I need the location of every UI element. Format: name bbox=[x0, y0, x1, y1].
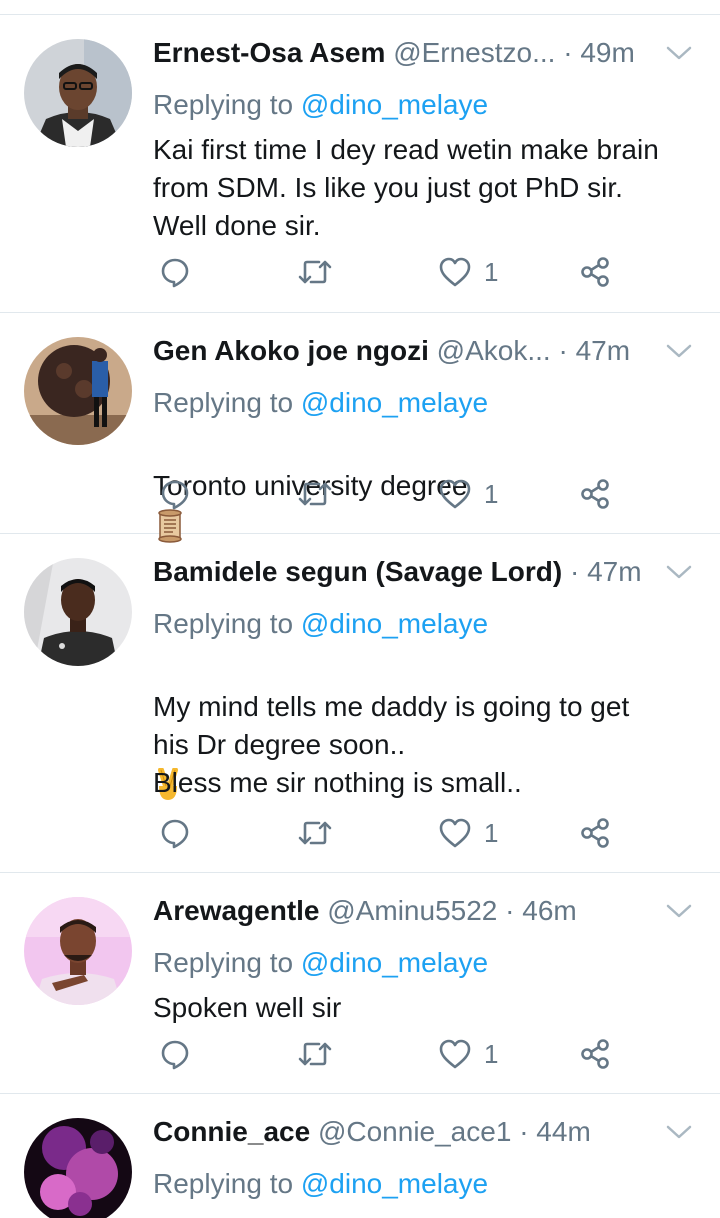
separator-dot: · bbox=[519, 1116, 529, 1147]
retweet-button[interactable] bbox=[297, 1034, 333, 1074]
timestamp[interactable]: 47m bbox=[587, 556, 641, 587]
timestamp[interactable]: 46m bbox=[522, 895, 576, 926]
display-name[interactable]: Arewagentle bbox=[153, 895, 320, 926]
avatar[interactable] bbox=[24, 39, 132, 147]
reply-icon bbox=[161, 819, 189, 849]
chevron-down-icon[interactable] bbox=[664, 560, 694, 584]
tweet[interactable]: Gen Akoko joe ngozi @Akok... · 47m Reply… bbox=[0, 313, 720, 543]
like-icon bbox=[439, 257, 471, 287]
reply-icon bbox=[161, 480, 189, 510]
replying-to: Replying to @dino_melaye bbox=[153, 606, 488, 642]
timestamp[interactable]: 47m bbox=[576, 335, 630, 366]
replying-prefix: Replying to bbox=[153, 608, 301, 639]
tweet-header: Arewagentle @Aminu5522 · 46m bbox=[153, 893, 694, 933]
replying-to: Replying to @dino_melaye bbox=[153, 87, 488, 123]
share-icon bbox=[581, 1039, 609, 1069]
retweet-icon bbox=[298, 482, 332, 506]
user-handle[interactable]: @Akok... bbox=[437, 333, 551, 369]
display-name[interactable]: Gen Akoko joe ngozi bbox=[153, 335, 429, 366]
retweet-icon bbox=[298, 821, 332, 845]
share-icon bbox=[581, 479, 609, 509]
tweet[interactable]: Bamidele segun (Savage Lord) · 47m Reply… bbox=[0, 534, 720, 873]
mention-link[interactable]: @dino_melaye bbox=[301, 608, 488, 639]
action-bar: 1 bbox=[153, 813, 623, 853]
retweet-button[interactable] bbox=[297, 252, 333, 292]
like-button[interactable]: 1 bbox=[438, 813, 498, 853]
reply-icon bbox=[161, 258, 189, 288]
like-icon bbox=[439, 479, 471, 509]
like-count: 1 bbox=[484, 1038, 499, 1069]
replying-to: Replying to @dino_melaye bbox=[153, 385, 488, 421]
tweet[interactable]: Connie_ace @Connie_ace1 · 44m Replying t… bbox=[0, 1094, 720, 1218]
mention-link[interactable]: @dino_melaye bbox=[301, 89, 488, 120]
mention-link[interactable]: @dino_melaye bbox=[301, 1168, 488, 1199]
reply-icon bbox=[161, 1040, 189, 1070]
display-name[interactable]: Ernest-Osa Asem bbox=[153, 37, 385, 68]
action-bar: 1 bbox=[153, 1034, 623, 1074]
separator-dot: · bbox=[563, 37, 573, 68]
tweet-text: Spoken well sir bbox=[153, 992, 342, 1023]
replying-prefix: Replying to bbox=[153, 1168, 301, 1199]
reply-button[interactable] bbox=[159, 252, 191, 292]
tweet-text-content: My mind tells me daddy is going to get h… bbox=[153, 691, 630, 760]
separator-dot: · bbox=[505, 895, 515, 926]
chevron-down-icon[interactable] bbox=[664, 1120, 694, 1144]
tweet-text-second: Bless me sir nothing is small.. bbox=[153, 767, 522, 798]
chevron-down-icon[interactable] bbox=[664, 899, 694, 923]
like-count: 1 bbox=[484, 817, 499, 848]
avatar[interactable] bbox=[24, 337, 132, 445]
user-handle[interactable]: @Aminu5522 bbox=[327, 895, 497, 926]
like-icon bbox=[439, 1039, 471, 1069]
replying-prefix: Replying to bbox=[153, 387, 301, 418]
tweet-header: Ernest-Osa Asem @Ernestzo... · 49m bbox=[153, 35, 694, 75]
reply-button[interactable] bbox=[159, 1034, 191, 1074]
tweet[interactable]: Ernest-Osa Asem @Ernestzo... · 49m Reply… bbox=[0, 15, 720, 313]
retweet-icon bbox=[298, 260, 332, 284]
chevron-down-icon[interactable] bbox=[664, 41, 694, 65]
mention-link[interactable]: @dino_melaye bbox=[301, 387, 488, 418]
tweet[interactable]: Arewagentle @Aminu5522 · 46m Replying to… bbox=[0, 873, 720, 1094]
share-button[interactable] bbox=[579, 474, 611, 514]
separator-dot: · bbox=[558, 335, 568, 366]
timestamp[interactable]: 44m bbox=[536, 1116, 590, 1147]
replying-to: Replying to @dino_melaye bbox=[153, 1166, 488, 1202]
tweet-text: Kai first time I dey read wetin make bra… bbox=[153, 134, 659, 241]
replying-prefix: Replying to bbox=[153, 947, 301, 978]
retweet-button[interactable] bbox=[297, 474, 333, 514]
avatar[interactable] bbox=[24, 558, 132, 666]
share-button[interactable] bbox=[579, 813, 611, 853]
replying-to: Replying to @dino_melaye bbox=[153, 945, 488, 981]
avatar[interactable] bbox=[24, 897, 132, 1005]
tweet-header: Gen Akoko joe ngozi @Akok... · 47m bbox=[153, 333, 694, 373]
reply-button[interactable] bbox=[159, 813, 191, 853]
like-count: 1 bbox=[484, 256, 499, 287]
like-button[interactable]: 1 bbox=[438, 252, 498, 292]
share-icon bbox=[581, 818, 609, 848]
share-button[interactable] bbox=[579, 252, 611, 292]
retweet-icon bbox=[298, 1042, 332, 1066]
timestamp[interactable]: 49m bbox=[580, 37, 634, 68]
tweet-header: Bamidele segun (Savage Lord) · 47m bbox=[153, 554, 694, 594]
share-button[interactable] bbox=[579, 1034, 611, 1074]
retweet-button[interactable] bbox=[297, 813, 333, 853]
mention-link[interactable]: @dino_melaye bbox=[301, 947, 488, 978]
user-handle[interactable]: @Connie_ace1 bbox=[318, 1116, 511, 1147]
action-bar: 1 bbox=[153, 252, 623, 292]
like-count: 1 bbox=[484, 478, 499, 509]
user-handle[interactable]: @Ernestzo... bbox=[393, 35, 555, 71]
like-icon bbox=[439, 818, 471, 848]
avatar[interactable] bbox=[24, 1118, 132, 1218]
like-button[interactable]: 1 bbox=[438, 474, 498, 514]
share-icon bbox=[581, 257, 609, 287]
like-button[interactable]: 1 bbox=[438, 1034, 498, 1074]
tweet-header: Connie_ace @Connie_ace1 · 44m bbox=[153, 1114, 694, 1154]
reply-button[interactable] bbox=[159, 474, 191, 514]
replying-prefix: Replying to bbox=[153, 89, 301, 120]
chevron-down-icon[interactable] bbox=[664, 339, 694, 363]
display-name[interactable]: Bamidele segun (Savage Lord) bbox=[153, 556, 562, 587]
separator-dot: · bbox=[570, 556, 580, 587]
action-bar: 1 bbox=[153, 474, 623, 514]
display-name[interactable]: Connie_ace bbox=[153, 1116, 310, 1147]
